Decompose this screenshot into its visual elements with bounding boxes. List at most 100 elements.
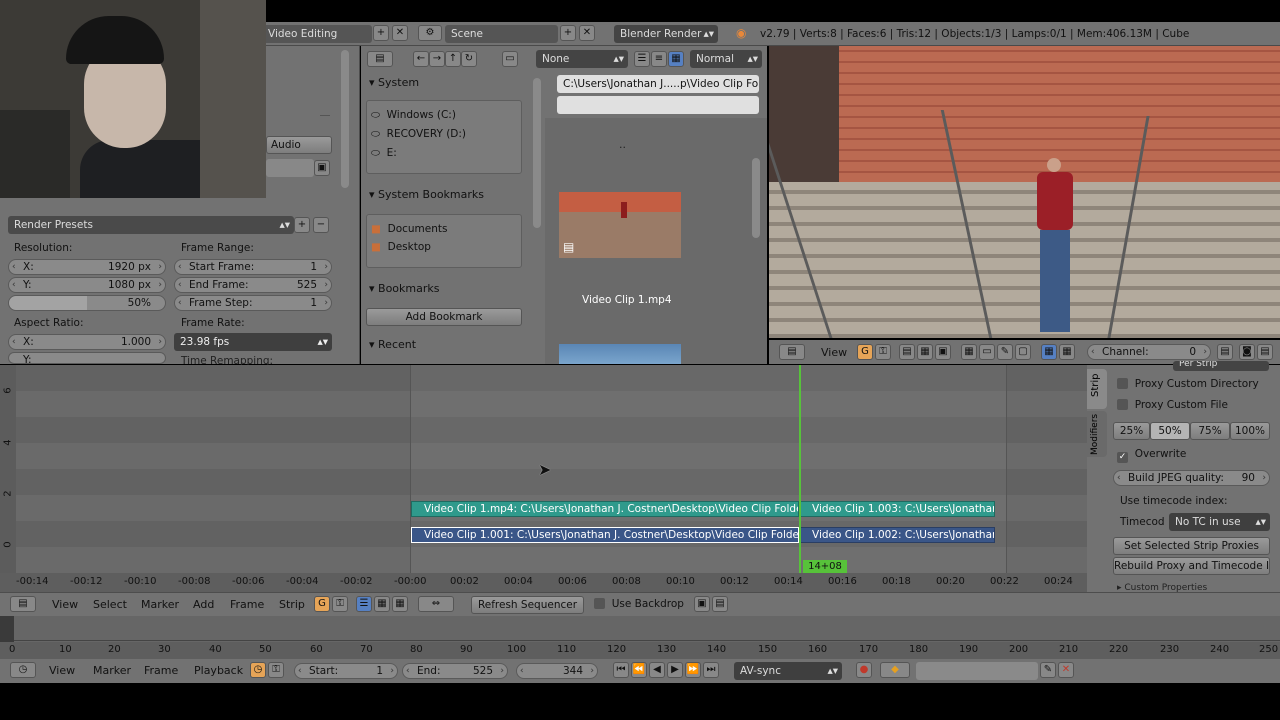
new-folder-icon[interactable]: ▭ [502, 51, 518, 67]
menu-select[interactable]: Select [93, 598, 127, 611]
camera-icon[interactable]: ◙ [1239, 344, 1255, 360]
resolution-x-field[interactable]: ‹ X: 1920 px › [8, 259, 166, 275]
timecode-select[interactable]: No TC in use ▴▾ [1169, 513, 1270, 531]
menu-view[interactable]: View [52, 598, 78, 611]
menu-strip[interactable]: Strip [279, 598, 305, 611]
proxy-50-toggle[interactable]: 50% [1150, 422, 1190, 440]
render-still-icon[interactable]: ▣ [694, 596, 710, 612]
display-size-select[interactable]: Normal ▴▾ [690, 50, 762, 68]
overwrite-checkbox[interactable]: ✓ Overwrite [1117, 448, 1186, 463]
preview-view-icon[interactable]: ▦ [374, 596, 390, 612]
file-thumbnail[interactable] [559, 344, 681, 364]
sound-strip[interactable]: Video Clip 1.001: C:\Users\Jonathan J. C… [411, 527, 799, 543]
film-icon[interactable]: ▤ [1257, 344, 1273, 360]
directory-path-field[interactable]: C:\Users\Jonathan J.....p\Video Clip Fol… [557, 75, 759, 93]
scene-icon[interactable]: ⚙ [418, 25, 442, 41]
proxy-25-toggle[interactable]: 25% [1113, 422, 1150, 440]
aspect-x-field[interactable]: ‹ X: 1.000 › [8, 334, 166, 350]
checker-icon[interactable]: ▦ [917, 344, 933, 360]
channel-field[interactable]: ‹ Channel: 0 › [1087, 344, 1211, 360]
gizmo-icon[interactable]: ▦ [1059, 344, 1075, 360]
playhead[interactable] [799, 365, 801, 573]
long-list-icon[interactable]: ≡ [651, 51, 667, 67]
set-selected-strip-proxies-button[interactable]: Set Selected Strip Proxies [1113, 537, 1270, 555]
delete-keyframe-icon[interactable]: ✕ [1058, 662, 1074, 678]
render-engine-select[interactable]: Blender Render ▴▾ [614, 25, 718, 43]
scrollbar[interactable] [341, 50, 349, 188]
thumbnails-icon[interactable]: ▦ [668, 51, 684, 67]
end-frame-field[interactable]: ‹ End: 525 › [402, 663, 508, 679]
custom-properties-header[interactable]: ▸ Custom Properties [1117, 583, 1267, 592]
file-thumbnail[interactable]: ▤ [559, 192, 681, 258]
backdrop-icon[interactable]: ▦ [1041, 344, 1057, 360]
add-layout-icon[interactable]: + [373, 25, 389, 41]
safe-areas-icon[interactable]: ▭ [979, 344, 995, 360]
grease-icon[interactable]: ✎ [997, 344, 1013, 360]
menu-frame[interactable]: Frame [144, 664, 178, 677]
proxy-custom-directory-checkbox[interactable]: Proxy Custom Directory [1117, 378, 1259, 390]
sound-strip[interactable]: Video Clip 1.002: C:\Users\Jonathan J. [799, 527, 995, 543]
render-size-icon[interactable]: ▤ [1217, 344, 1233, 360]
frame-step-field[interactable]: ‹ Frame Step: 1 › [174, 295, 332, 311]
play-reverse-icon[interactable]: ◀ [649, 662, 665, 678]
remove-preset-icon[interactable]: − [313, 217, 329, 233]
remove-scene-icon[interactable]: ✕ [579, 25, 595, 41]
menu-frame[interactable]: Frame [230, 598, 264, 611]
resolution-y-field[interactable]: ‹ Y: 1080 px › [8, 277, 166, 293]
refresh-sequencer-button[interactable]: Refresh Sequencer [471, 596, 584, 614]
file-name[interactable]: Video Clip 1.mp4 [582, 294, 672, 306]
lock-icon[interactable]: ⚿ [332, 596, 348, 612]
aspect-y-field[interactable]: Y: [8, 352, 166, 364]
screen-layout-selector[interactable]: Video Editing [262, 25, 372, 43]
editor-type-icon[interactable]: ▤ [367, 51, 393, 67]
add-scene-icon[interactable]: + [560, 25, 576, 41]
bookmark-item[interactable]: ■ Desktop [371, 241, 431, 253]
sequencer-view-icon[interactable]: ☰ [356, 596, 372, 612]
play-icon[interactable]: ▶ [667, 662, 683, 678]
lock-icon[interactable]: ⚿ [875, 344, 891, 360]
channels-icon[interactable]: ▦ [961, 344, 977, 360]
editor-type-icon[interactable]: ◷ [10, 662, 36, 678]
filename-field[interactable] [557, 96, 759, 114]
record-icon[interactable]: ● [856, 662, 872, 678]
menu-marker[interactable]: Marker [141, 598, 179, 611]
prev-keyframe-icon[interactable]: ⏪ [631, 662, 647, 678]
start-frame-field[interactable]: ‹ Start: 1 › [294, 663, 398, 679]
forward-icon[interactable]: → [429, 51, 445, 67]
parent-dir-icon[interactable]: ↑ [445, 51, 461, 67]
remove-layout-icon[interactable]: ✕ [392, 25, 408, 41]
render-anim-icon[interactable]: ▤ [712, 596, 728, 612]
add-preset-icon[interactable]: + [294, 217, 310, 233]
add-bookmark-button[interactable]: Add Bookmark [366, 308, 522, 326]
audio-button[interactable]: Audio [266, 136, 332, 154]
display-mode-icon[interactable]: ▤ [899, 344, 915, 360]
proxy-100-toggle[interactable]: 100% [1230, 422, 1270, 440]
insert-keyframe-icon[interactable]: ✎ [1040, 662, 1056, 678]
editor-type-icon[interactable]: ▤ [10, 596, 36, 612]
filter-select[interactable]: None ▴▾ [536, 50, 628, 68]
jpeg-quality-field[interactable]: ‹ Build JPEG quality: 90 › [1113, 470, 1270, 486]
jump-start-icon[interactable]: ⏮ [613, 662, 629, 678]
bookmark-item[interactable]: ■ Documents [371, 223, 447, 235]
display-field[interactable] [266, 159, 314, 177]
split-view-icon[interactable]: ▦ [392, 596, 408, 612]
snap-icon[interactable]: ⇔ [418, 596, 454, 612]
grid-scrollbar[interactable] [752, 158, 760, 238]
preview-range-icon[interactable]: ◷ [250, 662, 266, 678]
use-backdrop-checkbox[interactable]: Use Backdrop [594, 598, 684, 610]
keying-icon[interactable]: ◆ [880, 662, 910, 678]
resolution-percentage-slider[interactable]: 50% [8, 295, 166, 311]
preview-view-menu[interactable]: View [821, 346, 847, 359]
time-ruler[interactable]: -00:14 -00:12 -00:10 -00:08 -00:06 -00:0… [0, 573, 1087, 592]
recent-header[interactable]: ▾ Recent [369, 338, 416, 351]
frame-timeline[interactable]: 0 10 20 30 40 50 60 70 80 90 100 110 120… [0, 616, 1280, 659]
overlay-icon[interactable]: G [857, 344, 873, 360]
proxy-75-toggle[interactable]: 75% [1190, 422, 1230, 440]
menu-playback[interactable]: Playback [194, 664, 243, 677]
short-list-icon[interactable]: ☰ [634, 51, 650, 67]
proxy-icon[interactable]: ▣ [935, 344, 951, 360]
drive-item[interactable]: ⬭ RECOVERY (D:) [371, 128, 466, 141]
frame-rate-select[interactable]: 23.98 fps ▴▾ [174, 333, 332, 351]
next-keyframe-icon[interactable]: ⏩ [685, 662, 701, 678]
back-icon[interactable]: ← [413, 51, 429, 67]
